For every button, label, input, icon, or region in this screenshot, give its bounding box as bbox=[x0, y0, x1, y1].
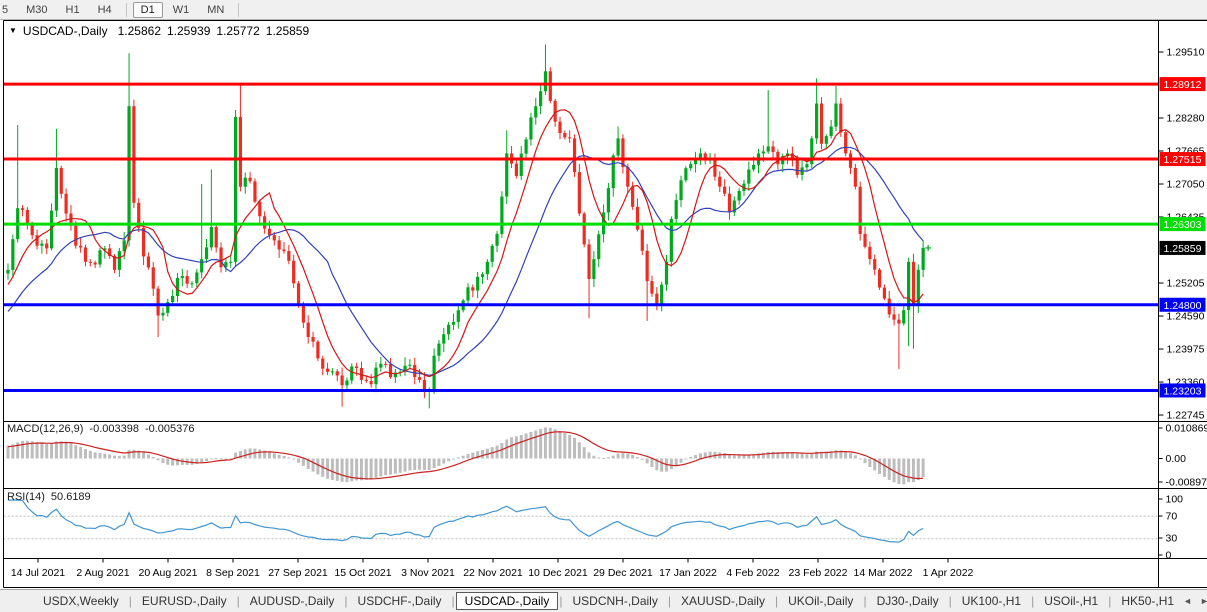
tab-uk100-h1[interactable]: UK100-,H1 bbox=[953, 592, 1030, 610]
svg-text:0.00: 0.00 bbox=[1166, 453, 1187, 465]
svg-text:30: 30 bbox=[1166, 533, 1178, 545]
rsi-indicator-label: RSI(14) 50.6189 bbox=[7, 491, 91, 503]
svg-text:15 Oct 2021: 15 Oct 2021 bbox=[334, 567, 391, 579]
quote-header: ▼ USDCAD-,Daily 1.25862 1.25939 1.25772 … bbox=[9, 24, 309, 38]
svg-text:20 Aug 2021: 20 Aug 2021 bbox=[139, 567, 198, 579]
quote-close: 1.25859 bbox=[265, 24, 310, 38]
macd-indicator-label: MACD(12,26,9) -0.003398 -0.005376 bbox=[7, 423, 195, 435]
tab-scroll-right-button[interactable]: ► bbox=[1200, 596, 1207, 606]
svg-text:1.24800: 1.24800 bbox=[1164, 300, 1202, 312]
ma-slow-line bbox=[7, 146, 924, 376]
svg-text:17 Jan 2022: 17 Jan 2022 bbox=[659, 567, 717, 579]
rsi-line bbox=[8, 499, 924, 543]
macd-value-signal: -0.005376 bbox=[144, 423, 195, 435]
ma-fast-line bbox=[7, 109, 924, 379]
tab-usdcad-daily[interactable]: USDCAD-,Daily bbox=[455, 592, 559, 610]
tab-xauusd-daily[interactable]: XAUUSD-,Daily bbox=[672, 592, 774, 610]
quote-open: 1.25862 bbox=[117, 24, 161, 38]
svg-text:1 Apr 2022: 1 Apr 2022 bbox=[923, 567, 974, 579]
svg-text:27 Sep 2021: 27 Sep 2021 bbox=[268, 567, 328, 579]
moving-averages bbox=[7, 109, 924, 379]
chart-tab-bar: USDX,Weekly | EURUSD-,Daily | AUDUSD-,Daily |… bbox=[0, 589, 1207, 612]
svg-text:1.23203: 1.23203 bbox=[1164, 385, 1202, 397]
tab-usdx-weekly[interactable]: USDX,Weekly bbox=[34, 592, 128, 610]
price-axis[interactable]: 1.295101.282801.276651.270501.264351.252… bbox=[1158, 47, 1206, 422]
svg-text:1.28912: 1.28912 bbox=[1164, 79, 1202, 91]
tab-dj30-daily[interactable]: DJ30-,Daily bbox=[868, 592, 948, 610]
indicator-axes[interactable]: 0.010869 0.00 -0.008974 100 70 30 0 bbox=[1158, 423, 1207, 562]
tab-ukoil-daily[interactable]: UKOil-,Daily bbox=[779, 592, 862, 610]
svg-text:1.28280: 1.28280 bbox=[1167, 113, 1205, 125]
svg-text:3 Nov 2021: 3 Nov 2021 bbox=[401, 567, 455, 579]
svg-text:1.29510: 1.29510 bbox=[1167, 47, 1205, 59]
svg-text:1.22745: 1.22745 bbox=[1167, 410, 1205, 422]
svg-text:-0.008974: -0.008974 bbox=[1166, 477, 1207, 489]
svg-text:2 Aug 2021: 2 Aug 2021 bbox=[76, 567, 129, 579]
svg-text:1.25205: 1.25205 bbox=[1167, 278, 1205, 290]
macd-name: MACD(12,26,9) bbox=[7, 423, 84, 435]
rsi-name: RSI(14) bbox=[7, 491, 45, 503]
svg-text:1.27515: 1.27515 bbox=[1164, 154, 1202, 166]
price-chart-canvas[interactable]: 1.295101.282801.276651.270501.264351.252… bbox=[0, 0, 1207, 589]
trading-platform-window: 5 M30 H1 H4 D1 W1 MN 1.29510 1.28280 1.276… bbox=[0, 0, 1207, 612]
svg-text:29 Dec 2021: 29 Dec 2021 bbox=[593, 567, 653, 579]
tab-scroll-left-button[interactable]: ◄ bbox=[1183, 596, 1192, 606]
macd-panel bbox=[6, 427, 925, 485]
tab-usoil-h1[interactable]: USOil-,H1 bbox=[1035, 592, 1107, 610]
svg-text:23 Feb 2022: 23 Feb 2022 bbox=[789, 567, 848, 579]
svg-text:1.26303: 1.26303 bbox=[1164, 219, 1202, 231]
tab-usdchf-daily[interactable]: USDCHF-,Daily bbox=[349, 592, 451, 610]
rsi-value: 50.6189 bbox=[50, 491, 91, 503]
svg-text:0: 0 bbox=[1166, 550, 1172, 562]
tab-audusd-daily[interactable]: AUDUSD-,Daily bbox=[241, 592, 344, 610]
tab-eurusd-daily[interactable]: EURUSD-,Daily bbox=[133, 592, 236, 610]
svg-text:0.010869: 0.010869 bbox=[1166, 423, 1207, 435]
quote-high: 1.25939 bbox=[167, 24, 211, 38]
horizontal-lines[interactable] bbox=[3, 82, 1159, 392]
svg-text:1.24590: 1.24590 bbox=[1167, 311, 1205, 323]
svg-text:14 Mar 2022: 14 Mar 2022 bbox=[854, 567, 913, 579]
symbol-dropdown-icon[interactable]: ▼ bbox=[9, 26, 17, 36]
tab-usdcnh-daily[interactable]: USDCNH-,Daily bbox=[563, 592, 666, 610]
svg-text:100: 100 bbox=[1166, 494, 1184, 506]
svg-text:1.25859: 1.25859 bbox=[1164, 243, 1202, 255]
macd-signal-line bbox=[7, 431, 924, 480]
tab-hk50-h1[interactable]: HK50-,H1 bbox=[1112, 592, 1183, 610]
macd-value-main: -0.003398 bbox=[89, 423, 139, 435]
rsi-panel bbox=[3, 499, 1159, 543]
svg-text:1.27050: 1.27050 bbox=[1167, 179, 1205, 191]
svg-text:10 Dec 2021: 10 Dec 2021 bbox=[528, 567, 588, 579]
svg-text:4 Feb 2022: 4 Feb 2022 bbox=[726, 567, 779, 579]
svg-text:8 Sep 2021: 8 Sep 2021 bbox=[206, 567, 260, 579]
date-axis[interactable]: 14 Jul 2021 2 Aug 2021 20 Aug 2021 8 Sep 20… bbox=[11, 558, 974, 580]
current-price-marker bbox=[925, 244, 932, 251]
svg-text:70: 70 bbox=[1166, 511, 1178, 523]
tab-scroll-arrows: ◄ ► bbox=[1183, 596, 1207, 606]
svg-text:14 Jul 2021: 14 Jul 2021 bbox=[11, 567, 65, 579]
quote-low: 1.25772 bbox=[216, 24, 260, 38]
symbol-timeframe-label: USDCAD-,Daily bbox=[22, 24, 108, 38]
svg-text:1.23975: 1.23975 bbox=[1167, 344, 1205, 356]
svg-text:22 Nov 2021: 22 Nov 2021 bbox=[463, 567, 523, 579]
